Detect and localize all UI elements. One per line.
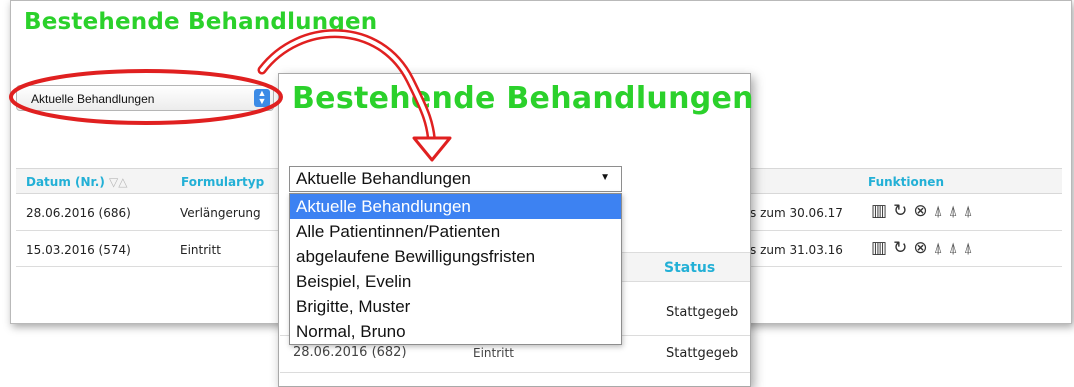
- row-validity: s zum 30.06.17: [750, 206, 843, 220]
- select-value: Aktuelle Behandlungen: [296, 169, 471, 188]
- pdf-icon[interactable]: ⍋: [949, 239, 958, 257]
- refresh-icon[interactable]: ↻: [893, 202, 907, 220]
- dropdown-option[interactable]: Brigitte, Muster: [290, 294, 621, 319]
- zoomed-page-title: Bestehende Behandlungen: [292, 81, 754, 116]
- row-functions: ▥ ↻ ⊗ ⍋ ⍋ ⍋: [871, 239, 973, 257]
- pdf-icon[interactable]: ⍋: [964, 239, 973, 257]
- cancel-icon[interactable]: ⊗: [913, 239, 927, 257]
- chevron-down-icon: ▼: [600, 172, 610, 183]
- row-date: 28.06.2016 (682): [293, 345, 407, 360]
- page-title: Bestehende Behandlungen: [24, 9, 378, 35]
- pdf-icon[interactable]: ⍋: [934, 239, 943, 257]
- row-validity: s zum 31.03.16: [750, 243, 843, 257]
- row-status: Stattgegeb: [666, 346, 739, 361]
- select-stepper-icon: ▲ ▼: [254, 89, 270, 107]
- pdf-icon[interactable]: ⍋: [949, 202, 958, 220]
- chart-icon[interactable]: ▥: [871, 202, 887, 220]
- sort-icon[interactable]: ▽△: [109, 175, 127, 189]
- dropdown-option[interactable]: Alle Patientinnen/Patienten: [290, 219, 621, 244]
- column-header-form-type[interactable]: Formulartyp: [181, 175, 264, 189]
- row-functions: ▥ ↻ ⊗ ⍋ ⍋ ⍋: [871, 202, 973, 220]
- dropdown-option[interactable]: Aktuelle Behandlungen: [290, 194, 621, 219]
- pdf-icon[interactable]: ⍋: [934, 202, 943, 220]
- dropdown-option[interactable]: abgelaufene Bewilligungsfristen: [290, 244, 621, 269]
- column-header-functions: Funktionen: [868, 175, 944, 189]
- column-header-date[interactable]: Datum (Nr.) ▽△: [26, 175, 127, 189]
- column-header-status: Status: [622, 252, 750, 282]
- dropdown-options-list: Aktuelle Behandlungen Alle Patientinnen/…: [289, 193, 622, 345]
- dropdown-option[interactable]: Beispiel, Evelin: [290, 269, 621, 294]
- dropdown-option[interactable]: Normal, Bruno: [290, 319, 621, 344]
- row-form-type: Eintritt: [473, 346, 514, 360]
- row-date: 28.06.2016 (686): [26, 206, 131, 220]
- row-divider: [280, 372, 750, 373]
- row-date: 15.03.2016 (574): [26, 243, 131, 257]
- row-status: Stattgegeb: [666, 305, 739, 320]
- row-form-type: Verlängerung: [180, 206, 261, 220]
- row-form-type: Eintritt: [180, 243, 221, 257]
- refresh-icon[interactable]: ↻: [893, 239, 907, 257]
- cancel-icon[interactable]: ⊗: [913, 202, 927, 220]
- zoomed-treatment-filter-select[interactable]: Aktuelle Behandlungen ▼: [289, 166, 622, 192]
- treatment-filter-select[interactable]: Aktuelle Behandlungen ▲ ▼: [16, 85, 274, 111]
- select-value: Aktuelle Behandlungen: [31, 92, 155, 106]
- pdf-icon[interactable]: ⍋: [964, 202, 973, 220]
- chart-icon[interactable]: ▥: [871, 239, 887, 257]
